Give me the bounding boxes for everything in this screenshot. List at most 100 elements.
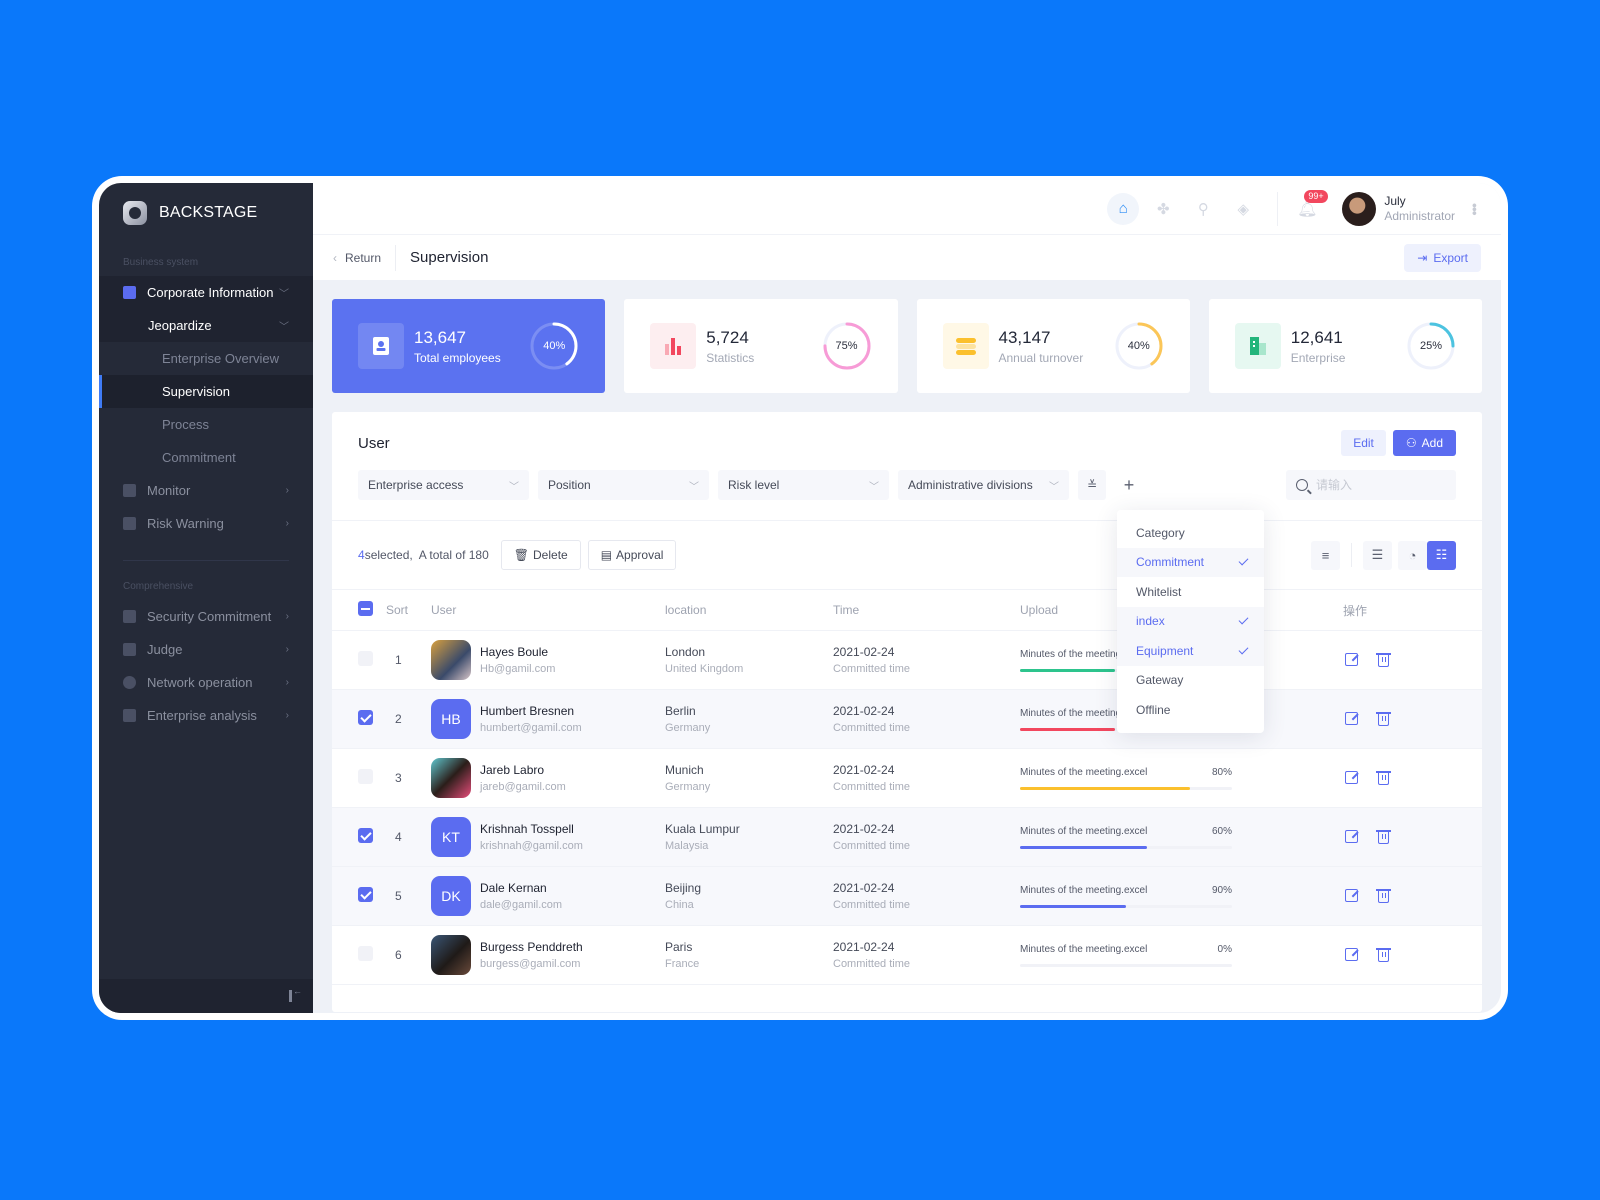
user-cell: DK Dale Kernan dale@gamil.com: [431, 876, 665, 916]
apps-icon[interactable]: ✤: [1147, 193, 1179, 225]
sidebar-item-security-commitment[interactable]: Security Commitment ›: [99, 600, 313, 633]
stat-card-enterprise[interactable]: 12,641 Enterprise 25%: [1208, 299, 1482, 393]
divider: [1351, 543, 1352, 567]
sidebar-item-corporate-information[interactable]: Corporate Information ﹀: [99, 276, 313, 309]
table-row[interactable]: 2 HB Humbert Bresnen humbert@gamil.com Ber…: [332, 689, 1482, 749]
progress-ring: 25%: [1406, 321, 1456, 371]
chevron-down-icon: ﹀: [869, 481, 879, 493]
user-name: Krishnah Tosspell: [480, 822, 574, 836]
sidebar-item-judge[interactable]: Judge ›: [99, 633, 313, 666]
approval-button[interactable]: ▤ Approval: [587, 540, 677, 570]
sidebar-item-enterprise-overview[interactable]: Enterprise Overview: [99, 342, 313, 375]
box-icon[interactable]: ◈: [1227, 193, 1259, 225]
col-sort[interactable]: Sort: [386, 589, 431, 631]
country: United Kingdom: [665, 663, 744, 675]
stat-value: 43,147: [998, 327, 1051, 347]
chart-view-button[interactable]: ◔: [1398, 540, 1427, 570]
expand-filters-button[interactable]: ≚: [1078, 470, 1106, 500]
trash-icon[interactable]: [1376, 830, 1391, 844]
dropdown-option-offline[interactable]: Offline: [1117, 695, 1264, 725]
dropdown-option-commitment[interactable]: Commitment: [1117, 547, 1264, 577]
delete-label: Delete: [533, 548, 568, 562]
trash-icon[interactable]: [1376, 653, 1391, 667]
nav-label: Commitment: [162, 450, 236, 465]
edit-icon[interactable]: [1345, 948, 1358, 961]
trash-icon[interactable]: [1376, 712, 1391, 726]
city: Berlin: [665, 704, 696, 718]
edit-icon[interactable]: [1345, 889, 1358, 902]
table-row[interactable]: 1 Hayes Boule Hb@gamil.com London United K…: [332, 631, 1482, 690]
row-checkbox[interactable]: [358, 710, 373, 725]
stat-card-employees[interactable]: 13,647 Total employees 40%: [332, 299, 606, 393]
more-vertical-icon[interactable]: •••: [1467, 203, 1483, 215]
filter-enterprise-access[interactable]: Enterprise access ﹀: [358, 470, 529, 500]
notification-bell-icon[interactable]: 🔔︎ 99+: [1296, 189, 1328, 220]
dropdown-option-gateway[interactable]: Gateway: [1117, 666, 1264, 696]
row-checkbox[interactable]: [358, 887, 373, 902]
search-input[interactable]: [1316, 478, 1436, 492]
chevron-left-icon: ‹: [333, 250, 337, 265]
return-button[interactable]: ‹ Return: [333, 244, 397, 271]
edit-icon[interactable]: [1345, 653, 1358, 666]
sidebar-item-enterprise-analysis[interactable]: Enterprise analysis ›: [99, 699, 313, 732]
filter-risk-level[interactable]: Risk level ﹀: [718, 470, 889, 500]
filter-sort-button[interactable]: ≡: [1311, 540, 1340, 570]
chevron-down-icon: ﹀: [689, 481, 699, 493]
sidebar-item-risk-warning[interactable]: Risk Warning ›: [99, 507, 313, 540]
col-time: Time: [833, 589, 1020, 631]
list-view-button[interactable]: ☰: [1363, 540, 1392, 570]
avatar[interactable]: [1342, 191, 1377, 226]
city: Kuala Lumpur: [665, 822, 740, 836]
row-checkbox[interactable]: [358, 769, 373, 784]
home-icon[interactable]: ⌂: [1107, 192, 1140, 225]
edit-icon[interactable]: [1345, 712, 1358, 725]
stat-card-statistics[interactable]: 5,724 Statistics 75%: [624, 299, 898, 393]
trash-icon[interactable]: [1376, 948, 1391, 962]
filter-administrative-divisions[interactable]: Administrative divisions ﹀: [898, 470, 1069, 500]
brand[interactable]: BACKSTAGE: [99, 183, 313, 243]
detail-list-view-button[interactable]: ☷: [1427, 540, 1456, 570]
user-info[interactable]: July Administrator: [1384, 194, 1455, 224]
edit-icon[interactable]: [1345, 771, 1358, 784]
date-label: Committed time: [833, 663, 911, 675]
location-icon[interactable]: ⚲: [1187, 193, 1219, 225]
file-name[interactable]: Minutes of the meeting.excel: [1020, 767, 1147, 778]
filter-position[interactable]: Position ﹀: [538, 470, 709, 500]
dropdown-option-equipment[interactable]: Equipment: [1117, 636, 1264, 666]
sidebar-item-process[interactable]: Process: [99, 408, 313, 441]
add-user-button[interactable]: ⚇ Add: [1392, 430, 1456, 456]
sidebar-item-monitor[interactable]: Monitor ›: [99, 474, 313, 507]
file-name[interactable]: Minutes of the meeting.excel: [1020, 944, 1147, 955]
table-row[interactable]: 5 DK Dale Kernan dale@gamil.com Beijing Chi…: [332, 866, 1482, 926]
sidebar-item-jeopardize[interactable]: Jeopardize ﹀: [99, 309, 313, 342]
file-name[interactable]: Minutes of the meeting.excel: [1020, 826, 1147, 837]
row-checkbox[interactable]: [358, 828, 373, 843]
table-row[interactable]: 3 Jareb Labro jareb@gamil.com Munich Germa…: [332, 749, 1482, 808]
table-row[interactable]: 6 Burgess Penddreth burgess@gamil.com Par…: [332, 926, 1482, 985]
edit-icon[interactable]: [1345, 830, 1358, 843]
file-name[interactable]: Minutes of the meeting.excel: [1020, 885, 1147, 896]
dropdown-option-whitelist[interactable]: Whitelist: [1117, 577, 1264, 607]
dropdown-option-category[interactable]: Category: [1117, 518, 1264, 548]
sidebar-item-commitment[interactable]: Commitment: [99, 441, 313, 474]
table-row[interactable]: 4 KT Krishnah Tosspell krishnah@gamil.com …: [332, 807, 1482, 867]
collapse-sidebar-icon[interactable]: [289, 986, 302, 1002]
edit-button[interactable]: Edit: [1341, 430, 1386, 456]
export-button[interactable]: ⇥ Export: [1404, 243, 1481, 272]
search-box[interactable]: [1286, 470, 1456, 500]
trash-icon[interactable]: [1376, 889, 1391, 903]
stat-card-turnover[interactable]: 43,147 Annual turnover 40%: [916, 299, 1190, 393]
add-filter-button[interactable]: +: [1115, 470, 1143, 500]
sidebar-item-network-operation[interactable]: Network operation ›: [99, 666, 313, 699]
trash-icon[interactable]: [1376, 771, 1391, 785]
sidebar-divider: [123, 560, 289, 561]
dropdown-option-index[interactable]: index: [1117, 606, 1264, 636]
row-checkbox[interactable]: [358, 651, 373, 666]
row-checkbox[interactable]: [358, 946, 373, 961]
select-all-checkbox[interactable]: [358, 601, 373, 616]
date: 2021-02-24: [833, 940, 895, 954]
sidebar-item-supervision[interactable]: Supervision: [99, 375, 313, 408]
upload-progress: Minutes of the meeting.excel 0%: [1020, 944, 1232, 967]
view-switcher: ≡ ☰ ◔ ☷: [1311, 540, 1456, 570]
delete-button[interactable]: 🗑︎ Delete: [500, 540, 581, 570]
